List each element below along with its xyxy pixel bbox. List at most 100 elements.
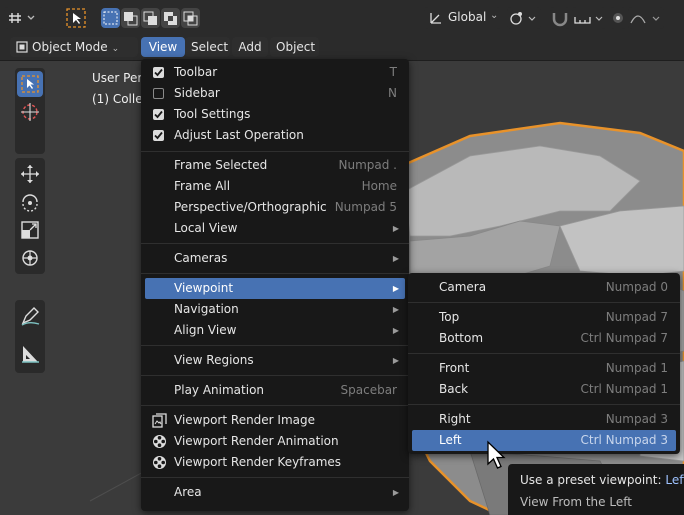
tooltip-value: Left [665, 473, 684, 487]
menu-item-left[interactable]: Left Ctrl Numpad 3 [412, 430, 676, 451]
select-tweak-button[interactable] [64, 7, 88, 29]
submenu-arrow-icon: ▶ [392, 254, 399, 263]
chevron-down-icon: ⌄ [490, 10, 499, 21]
menu-item-label: Align View [174, 323, 237, 337]
menu-item-viewport-render-animation[interactable]: Viewport Render Animation [145, 431, 405, 452]
menu-item-label: Sidebar [174, 86, 220, 100]
menu-add-label: Add [238, 40, 262, 54]
menu-item-area[interactable]: Area ▶ [145, 482, 405, 503]
menu-separator [141, 273, 409, 274]
menu-item-tool-settings[interactable]: Tool Settings [145, 104, 405, 125]
select-box-icon [21, 75, 39, 93]
pivot-point-dropdown[interactable] [507, 7, 541, 29]
viewport-header: Object Mode ⌄ View Select Add Object [0, 34, 684, 61]
menu-item-navigation[interactable]: Navigation ▶ [145, 299, 405, 320]
menu-item-viewpoint[interactable]: Viewpoint ▶ [145, 278, 405, 299]
checkbox-checked-icon [153, 130, 164, 141]
snap-toggle[interactable] [550, 7, 570, 29]
menu-item-front[interactable]: Front Numpad 1 [412, 358, 676, 379]
pivot-point-icon [510, 12, 536, 25]
snap-increment-icon [574, 16, 603, 24]
transform-orientation-dropdown[interactable]: Global ⌄ [424, 7, 501, 29]
scale-icon [21, 221, 39, 239]
viewport-view-name: User Per [92, 71, 143, 85]
menu-item-sidebar[interactable]: Sidebar N [145, 83, 405, 104]
view-menu: Toolbar T Sidebar N Tool Settings Adjust… [141, 59, 409, 511]
magnet-icon [552, 13, 568, 27]
chevron-down-icon: ⌄ [111, 44, 120, 54]
transform-tool[interactable] [17, 245, 43, 271]
select-box-tool[interactable] [17, 71, 43, 97]
select-mode-extend-button[interactable] [121, 8, 140, 28]
menu-item-adjust-last-operation[interactable]: Adjust Last Operation [145, 125, 405, 146]
select-box-icon [66, 8, 86, 28]
move-tool[interactable] [17, 161, 43, 187]
measure-tool[interactable] [17, 341, 43, 367]
falloff-curve-icon [630, 15, 660, 24]
menu-add[interactable]: Add [232, 37, 268, 57]
select-mode-intersect-button[interactable] [181, 8, 200, 28]
select-mode-subtract-button[interactable] [141, 8, 160, 28]
menu-item-bottom[interactable]: Bottom Ctrl Numpad 7 [412, 328, 676, 349]
render-animation-icon [152, 455, 167, 470]
menu-item-viewport-render-image[interactable]: Viewport Render Image [145, 410, 405, 431]
annotate-tool[interactable] [17, 303, 43, 329]
menu-item-shortcut: Ctrl Numpad 3 [580, 433, 668, 447]
menu-item-view-regions[interactable]: View Regions ▶ [145, 350, 405, 371]
submenu-arrow-icon: ▶ [392, 305, 399, 314]
cursor-icon [21, 103, 39, 121]
falloff-dropdown[interactable] [628, 7, 664, 29]
menu-separator [408, 404, 680, 405]
select-mode-new-button[interactable] [101, 8, 120, 28]
menu-item-frame-selected[interactable]: Frame Selected Numpad . [145, 155, 405, 176]
menu-item-align-view[interactable]: Align View ▶ [145, 320, 405, 341]
object-mode-icon [16, 41, 28, 53]
menu-item-top[interactable]: Top Numpad 7 [412, 307, 676, 328]
menu-item-label: Viewpoint [174, 281, 234, 295]
menu-item-shortcut: T [389, 65, 397, 79]
menu-item-label: Play Animation [174, 383, 265, 397]
select-new-icon [103, 11, 118, 25]
menu-item-shortcut: Numpad 0 [605, 280, 668, 294]
orientation-label: Global [448, 10, 487, 24]
menu-item-perspective-orthographic[interactable]: Perspective/Orthographic Numpad 5 [145, 197, 405, 218]
select-mode-difference-button[interactable] [161, 8, 180, 28]
menu-item-label: Bottom [439, 331, 484, 345]
menu-item-camera[interactable]: Camera Numpad 0 [412, 277, 676, 298]
menu-item-back[interactable]: Back Ctrl Numpad 1 [412, 379, 676, 400]
checkbox-checked-icon [153, 67, 164, 78]
menu-item-label: Back [439, 382, 469, 396]
menu-item-label: Toolbar [174, 65, 218, 79]
scale-tool[interactable] [17, 217, 43, 243]
ruler-icon [22, 346, 39, 363]
menu-view[interactable]: View [141, 37, 185, 57]
menu-item-label: Tool Settings [174, 107, 251, 121]
menu-item-local-view[interactable]: Local View ▶ [145, 218, 405, 239]
menu-item-shortcut: Numpad 7 [605, 310, 668, 324]
toolbar-group-select [15, 68, 45, 154]
render-animation-icon [152, 434, 167, 449]
menu-item-frame-all[interactable]: Frame All Home [145, 176, 405, 197]
menu-item-right[interactable]: Right Numpad 3 [412, 409, 676, 430]
menu-item-label: Camera [439, 280, 487, 294]
menu-item-cameras[interactable]: Cameras ▶ [145, 248, 405, 269]
menu-item-label: Local View [174, 221, 238, 235]
tooltip: Use a preset viewpoint: Left View From t… [508, 464, 684, 515]
menu-item-label: Viewport Render Image [174, 413, 316, 427]
cursor-tool[interactable] [17, 99, 43, 125]
proportional-editing-toggle[interactable] [610, 7, 626, 29]
snap-target-dropdown[interactable] [572, 7, 606, 29]
menu-item-play-animation[interactable]: Play Animation Spacebar [145, 380, 405, 401]
menu-select[interactable]: Select [185, 37, 230, 57]
transform-pivot-button[interactable] [4, 7, 44, 29]
menu-item-viewport-render-keyframes[interactable]: Viewport Render Keyframes [145, 452, 405, 473]
menu-object[interactable]: Object [270, 37, 319, 57]
menu-item-shortcut: Numpad 3 [605, 412, 668, 426]
menu-item-label: Navigation [174, 302, 239, 316]
toolbar-group-annotate [15, 300, 45, 373]
menu-separator [408, 302, 680, 303]
mode-dropdown[interactable]: Object Mode ⌄ [10, 37, 138, 57]
menu-separator [141, 477, 409, 478]
rotate-tool[interactable] [17, 189, 43, 215]
menu-item-toolbar[interactable]: Toolbar T [145, 62, 405, 83]
